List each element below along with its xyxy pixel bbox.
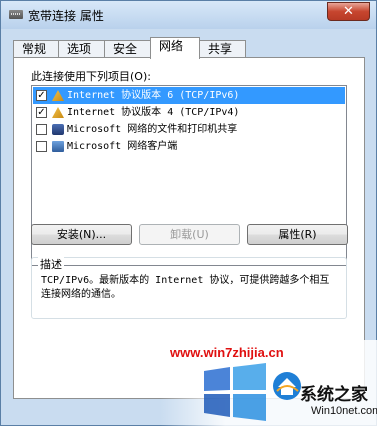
list-item-ipv6[interactable]: ✓ Internet 协议版本 6 (TCP/IPv6) — [33, 87, 345, 104]
tab-sharing[interactable]: 共享 — [199, 40, 246, 58]
protocol-icon — [52, 90, 64, 101]
list-item-label: Internet 协议版本 6 (TCP/IPv6) — [67, 90, 240, 101]
file-share-icon — [52, 124, 64, 135]
tab-options[interactable]: 选项 — [58, 40, 105, 58]
watermark-url: www.win7zhijia.cn — [170, 345, 284, 360]
protocol-icon — [52, 107, 64, 118]
uninstall-button[interactable]: 卸载(U) — [139, 224, 240, 245]
tab-security[interactable]: 安全 — [104, 40, 151, 58]
watermark-site: Win10net.com — [311, 405, 377, 417]
windows-logo-icon — [204, 363, 266, 421]
file-sharing-checkbox[interactable] — [36, 124, 47, 135]
network-client-icon — [52, 141, 64, 152]
description-title: 描述 — [38, 256, 64, 272]
list-item-label: Microsoft 网络的文件和打印机共享 — [67, 124, 238, 135]
network-client-checkbox[interactable] — [36, 141, 47, 152]
install-button[interactable]: 安装(N)... — [31, 224, 132, 245]
system-home-logo-icon — [273, 372, 301, 400]
tab-networking[interactable]: 网络 — [150, 37, 200, 59]
list-item-ipv4[interactable]: ✓ Internet 协议版本 4 (TCP/IPv4) — [33, 104, 345, 121]
title-bar[interactable]: 宽带连接 属性 ✕ — [1, 1, 376, 29]
description-text: TCP/IPv6。最新版本的 Internet 协议，可提供跨越多个相互连接网络… — [41, 275, 330, 300]
broadband-connection-icon — [9, 10, 23, 19]
watermark-brand: 系统之家 — [300, 385, 368, 405]
list-item-file-sharing[interactable]: Microsoft 网络的文件和打印机共享 — [33, 121, 345, 138]
ipv4-checkbox[interactable]: ✓ — [36, 107, 47, 118]
items-caption: 此连接使用下列项目(O): — [31, 70, 151, 83]
list-item-label: Internet 协议版本 4 (TCP/IPv4) — [67, 107, 240, 118]
properties-button[interactable]: 属性(R) — [247, 224, 348, 245]
list-item-network-client[interactable]: Microsoft 网络客户端 — [33, 138, 345, 155]
ipv6-checkbox[interactable]: ✓ — [36, 90, 47, 101]
tab-general[interactable]: 常规 — [13, 40, 59, 58]
window-title: 宽带连接 属性 — [28, 9, 104, 23]
list-item-label: Microsoft 网络客户端 — [67, 141, 178, 152]
description-group: 描述 TCP/IPv6。最新版本的 Internet 协议，可提供跨越多个相互连… — [31, 256, 347, 319]
close-button[interactable]: ✕ — [327, 2, 370, 21]
